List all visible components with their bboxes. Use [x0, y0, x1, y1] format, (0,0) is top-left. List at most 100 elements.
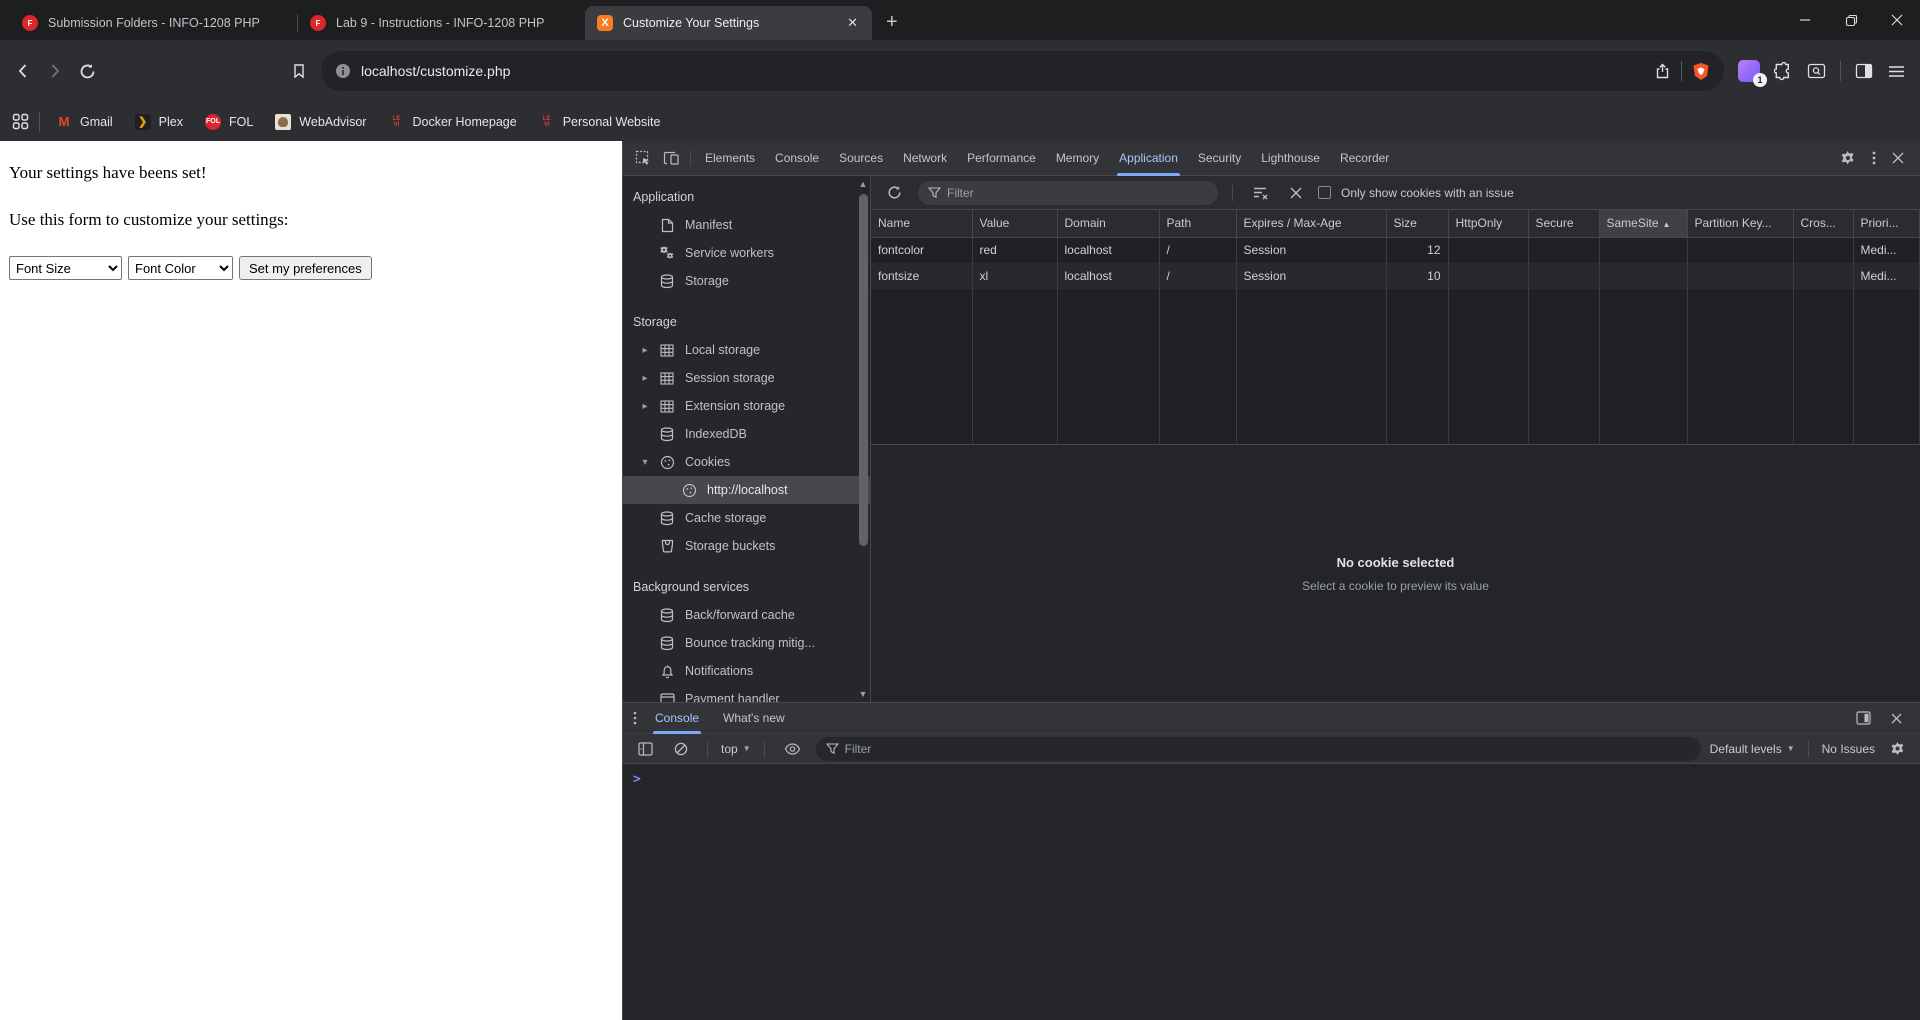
bookmark-webadvisor[interactable]: WebAdvisor: [269, 114, 372, 130]
only-issue-checkbox[interactable]: [1318, 186, 1331, 199]
col-httponly[interactable]: HttpOnly: [1448, 210, 1528, 237]
tab-recorder[interactable]: Recorder: [1330, 141, 1399, 176]
scrollbar-thumb[interactable]: [859, 194, 868, 546]
cookies-filter-input[interactable]: [947, 186, 1167, 200]
drawer-tab-whats-new[interactable]: What's new: [711, 703, 797, 734]
refresh-icon[interactable]: [881, 185, 908, 200]
sidebar-item-payment-handler[interactable]: Payment handler: [623, 685, 870, 702]
sidebar-item-cookies[interactable]: ▾ Cookies: [623, 448, 870, 476]
expand-twisty-icon[interactable]: ▸: [639, 373, 651, 384]
cookie-row-fontsize[interactable]: fontsize xl localhost / Session 10 Medi.…: [871, 263, 1920, 289]
expand-twisty-icon[interactable]: ▸: [639, 401, 651, 412]
collapse-twisty-icon[interactable]: ▾: [639, 457, 651, 468]
tab-network[interactable]: Network: [893, 141, 957, 176]
site-info-icon[interactable]: [335, 63, 351, 79]
clear-console-icon[interactable]: [668, 742, 694, 756]
scroll-up-icon[interactable]: ▲: [859, 178, 868, 190]
bookmark-fol[interactable]: FOL FOL: [199, 114, 259, 130]
delete-all-icon[interactable]: [1284, 187, 1308, 199]
menu-hamburger-icon[interactable]: [1887, 62, 1906, 81]
tab-sources[interactable]: Sources: [829, 141, 893, 176]
sidebar-item-service-workers[interactable]: Service workers: [623, 239, 870, 267]
sidebar-item-session-storage[interactable]: ▸ Session storage: [623, 364, 870, 392]
context-selector[interactable]: top▼: [721, 742, 751, 756]
url-text[interactable]: localhost/customize.php: [361, 63, 1644, 79]
tab-lighthouse[interactable]: Lighthouse: [1251, 141, 1330, 176]
col-expires[interactable]: Expires / Max-Age: [1236, 210, 1386, 237]
sidebar-item-notifications[interactable]: Notifications: [623, 657, 870, 685]
settings-gear-icon[interactable]: [1834, 150, 1862, 166]
bookmark-personal-website[interactable]: LEVI Personal Website: [533, 114, 667, 130]
clear-filter-icon[interactable]: [1247, 186, 1274, 200]
font-size-select[interactable]: Font Size: [9, 256, 122, 280]
sidebar-scrollbar[interactable]: ▲ ▼: [857, 178, 869, 700]
cookies-filter-box[interactable]: [918, 181, 1218, 205]
col-partition-key[interactable]: Partition Key...: [1687, 210, 1793, 237]
forward-icon[interactable]: [46, 62, 64, 80]
close-drawer-icon[interactable]: [1885, 713, 1908, 724]
scroll-down-icon[interactable]: ▼: [859, 688, 868, 700]
drawer-kebab-icon[interactable]: [627, 711, 643, 725]
issues-status[interactable]: No Issues: [1822, 742, 1875, 756]
eye-icon[interactable]: [778, 743, 807, 755]
log-levels-dropdown[interactable]: Default levels▼: [1710, 742, 1795, 756]
back-icon[interactable]: [14, 62, 32, 80]
col-cross-site[interactable]: Cros...: [1793, 210, 1853, 237]
reload-icon[interactable]: [78, 62, 97, 81]
share-icon[interactable]: [1654, 63, 1671, 80]
console-filter-input[interactable]: [845, 742, 1691, 756]
sidebar-item-storage[interactable]: Storage: [623, 267, 870, 295]
sidebar-item-storage-buckets[interactable]: Storage buckets: [623, 532, 870, 560]
sidebar-item-cache-storage[interactable]: Cache storage: [623, 504, 870, 532]
col-value[interactable]: Value: [972, 210, 1057, 237]
tab-performance[interactable]: Performance: [957, 141, 1046, 176]
restore-button[interactable]: [1828, 0, 1874, 40]
sidebar-item-indexeddb[interactable]: IndexedDB: [623, 420, 870, 448]
inspect-element-icon[interactable]: [629, 150, 657, 166]
close-window-button[interactable]: [1874, 0, 1920, 40]
tab-close-icon[interactable]: ✕: [845, 15, 860, 31]
sidebar-item-extension-storage[interactable]: ▸ Extension storage: [623, 392, 870, 420]
col-size[interactable]: Size: [1386, 210, 1448, 237]
kebab-menu-icon[interactable]: [1866, 151, 1882, 165]
tab-security[interactable]: Security: [1188, 141, 1251, 176]
col-path[interactable]: Path: [1159, 210, 1236, 237]
sidebar-item-manifest[interactable]: Manifest: [623, 211, 870, 239]
col-name[interactable]: Name: [871, 210, 972, 237]
tab-application[interactable]: Application: [1109, 141, 1188, 176]
close-devtools-icon[interactable]: [1886, 152, 1910, 164]
sidebar-item-local-storage[interactable]: ▸ Local storage: [623, 336, 870, 364]
console-sidebar-toggle-icon[interactable]: [632, 742, 659, 756]
browser-tab-2[interactable]: F Lab 9 - Instructions - INFO-1208 PHP: [298, 6, 585, 40]
apps-grid-icon[interactable]: [12, 113, 29, 130]
bookmark-gmail[interactable]: M Gmail: [50, 114, 119, 130]
set-preferences-button[interactable]: Set my preferences: [239, 256, 372, 280]
cookie-row-fontcolor[interactable]: fontcolor red localhost / Session 12 Med…: [871, 237, 1920, 263]
only-issue-label[interactable]: Only show cookies with an issue: [1341, 186, 1514, 200]
tab-memory[interactable]: Memory: [1046, 141, 1109, 176]
sidebar-panel-icon[interactable]: [1855, 62, 1873, 80]
font-color-select[interactable]: Font Color: [128, 256, 233, 280]
console-prompt-chevron[interactable]: >: [623, 764, 1920, 787]
bookmark-docker-homepage[interactable]: LEVI Docker Homepage: [382, 114, 522, 130]
console-filter-box[interactable]: [816, 737, 1701, 761]
col-domain[interactable]: Domain: [1057, 210, 1159, 237]
console-log-area[interactable]: >: [623, 764, 1920, 1020]
col-secure[interactable]: Secure: [1528, 210, 1599, 237]
new-tab-button[interactable]: +: [886, 11, 898, 34]
brave-shield-icon[interactable]: [1692, 62, 1710, 81]
tab-console[interactable]: Console: [765, 141, 829, 176]
col-samesite[interactable]: SameSite▲: [1599, 210, 1687, 237]
browser-tab-active[interactable]: X Customize Your Settings ✕: [585, 6, 872, 40]
bookmark-flag-icon[interactable]: [291, 63, 307, 79]
device-toolbar-icon[interactable]: [657, 151, 686, 166]
search-page-icon[interactable]: [1807, 62, 1826, 81]
col-priority[interactable]: Priori...: [1853, 210, 1920, 237]
sidebar-item-cookies-localhost[interactable]: http://localhost: [623, 476, 870, 504]
wallet-extension-icon[interactable]: 1: [1738, 60, 1760, 82]
dock-panel-icon[interactable]: [1850, 711, 1877, 725]
browser-tab-1[interactable]: F Submission Folders - INFO-1208 PHP: [10, 6, 297, 40]
sidebar-item-back-forward-cache[interactable]: Back/forward cache: [623, 601, 870, 629]
tab-elements[interactable]: Elements: [695, 141, 765, 176]
url-bar[interactable]: localhost/customize.php: [321, 51, 1724, 91]
